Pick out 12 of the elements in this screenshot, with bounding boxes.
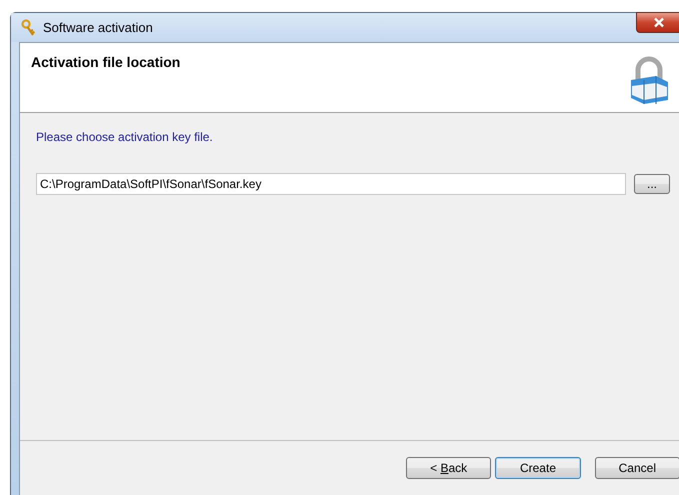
instruction-text: Please choose activation key file. [36,130,213,144]
close-icon [653,17,665,28]
dialog-button[interactable]: Create [495,457,581,479]
file-path-field[interactable]: C:\ProgramData\SoftPI\fSonar\fSonar.key [36,173,626,195]
key-icon [21,18,37,36]
close-button[interactable] [636,12,679,33]
browse-button[interactable]: ... [634,174,670,194]
page-heading: Activation file location [31,54,180,71]
back-button[interactable]: < Back [406,457,492,479]
dialog-button[interactable]: Cancel [594,457,679,479]
window-title: Software activation [43,20,153,35]
padlock-icon [628,56,670,106]
